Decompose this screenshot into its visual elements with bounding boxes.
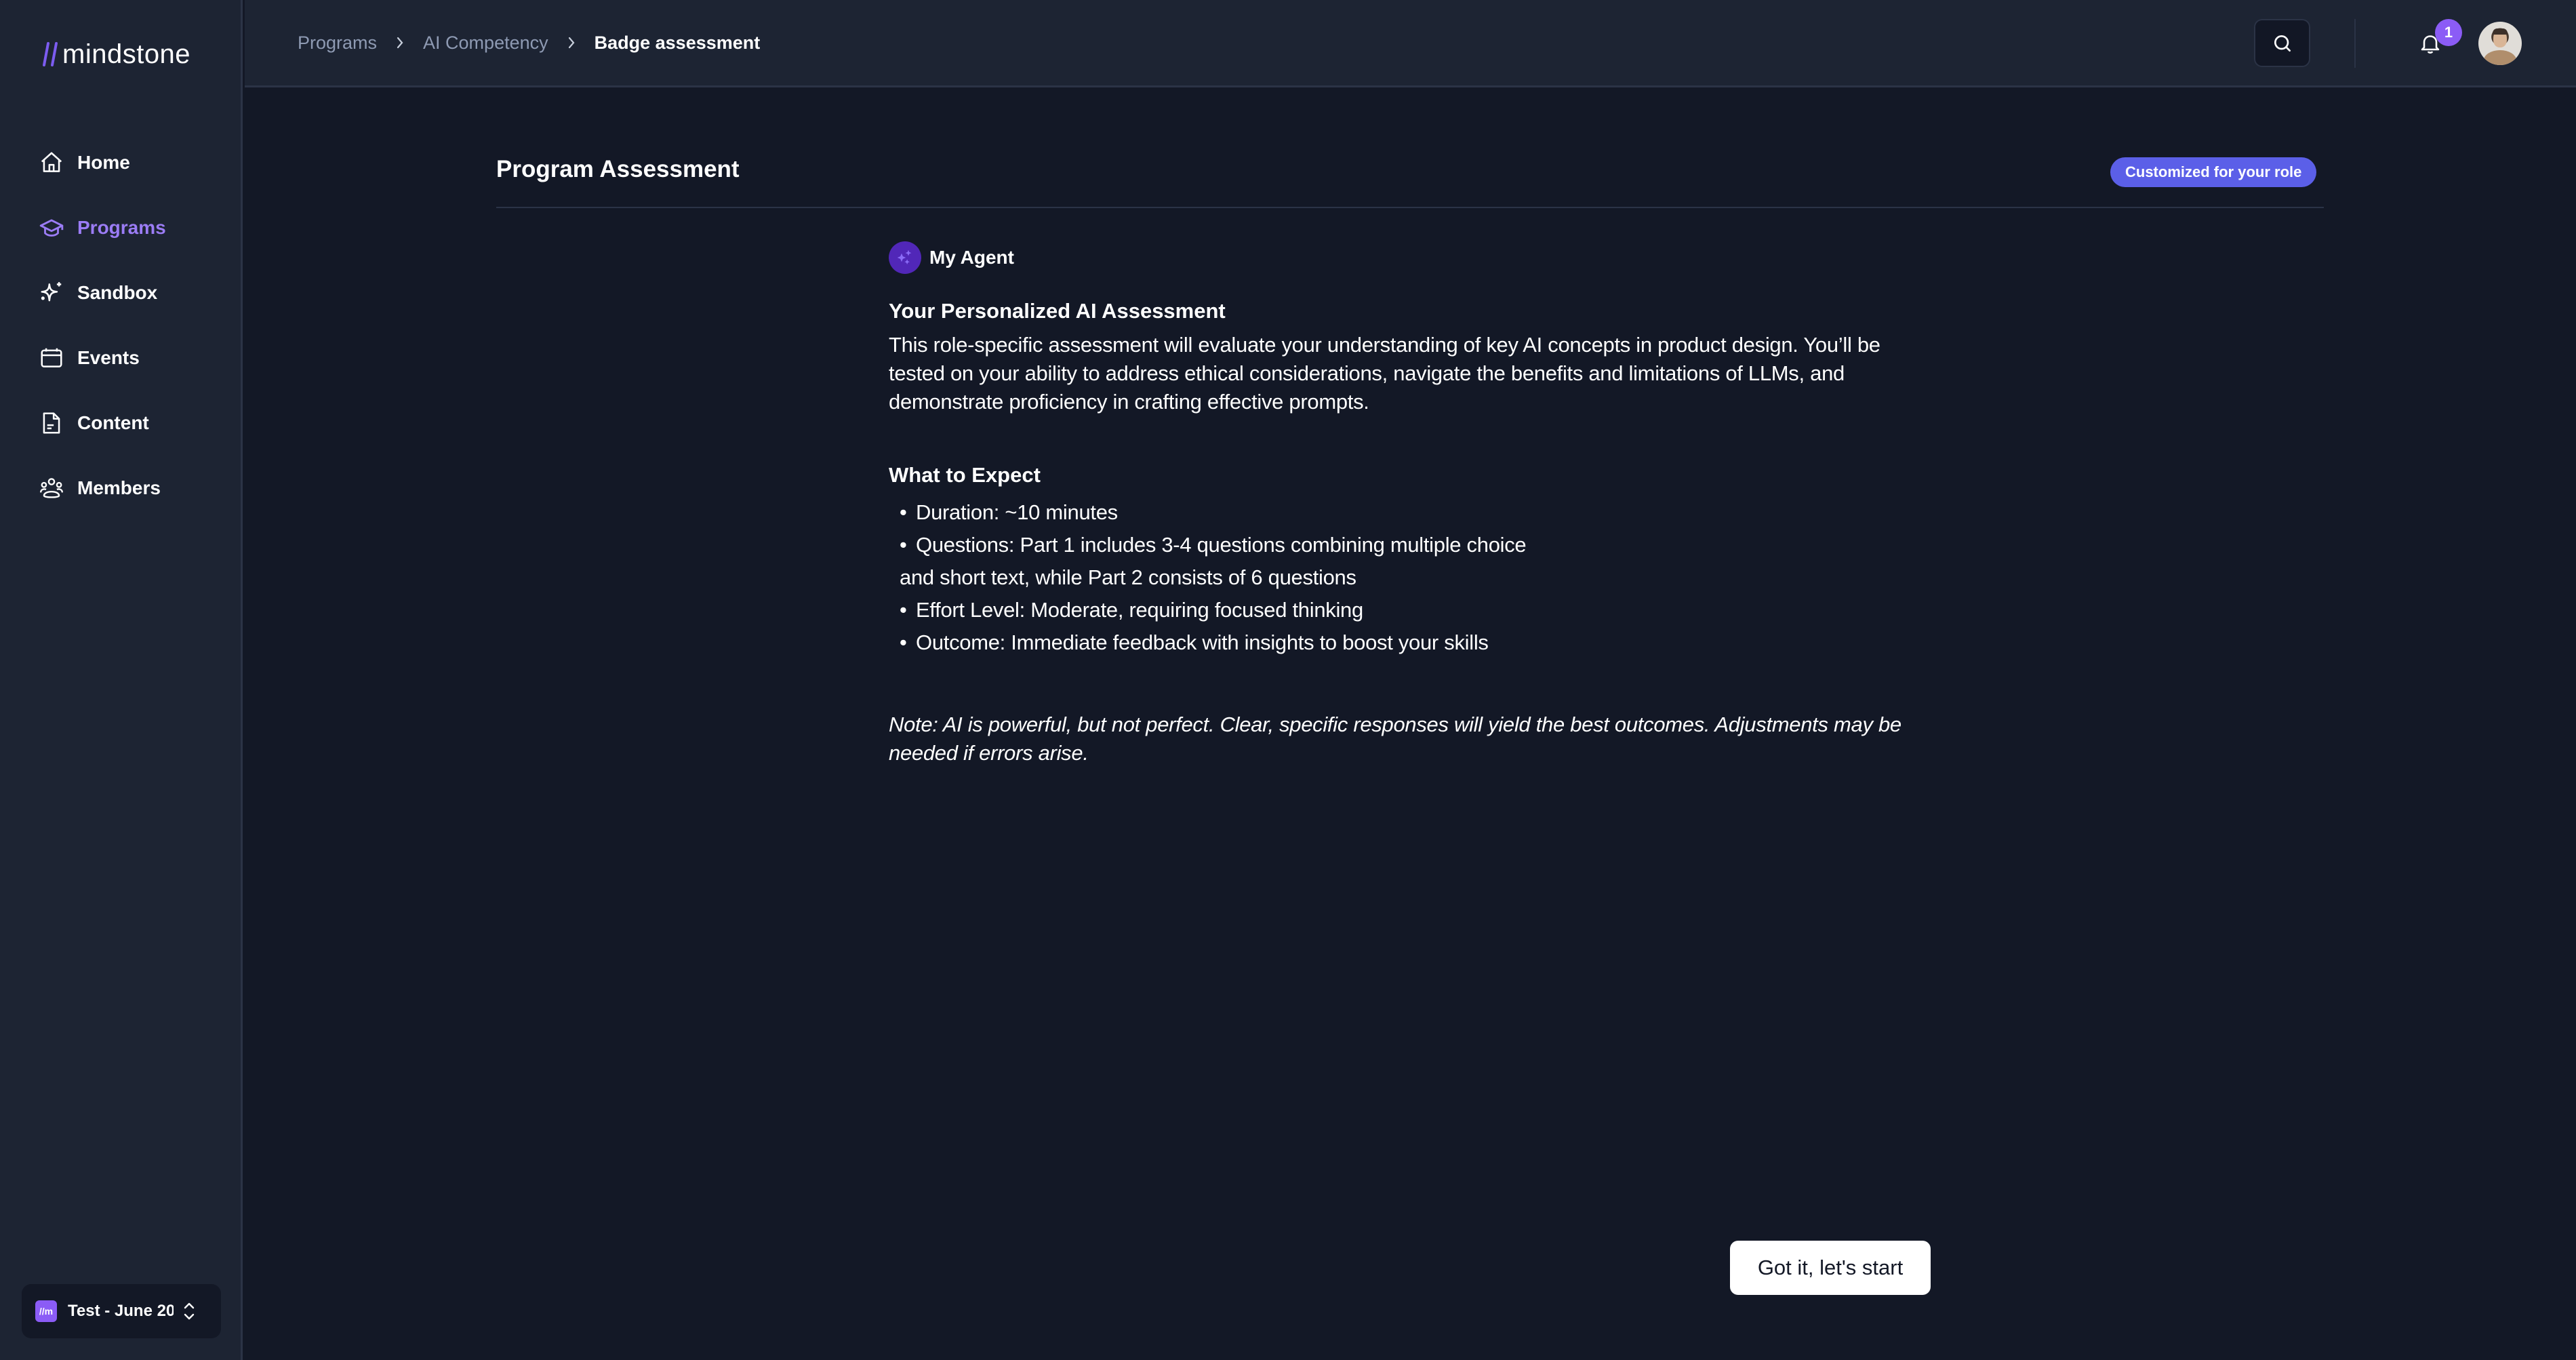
sidebar-item-label: Sandbox (77, 282, 158, 303)
search-button[interactable] (2254, 19, 2310, 67)
ai-disclaimer-note: Note: AI is powerful, but not perfect. C… (889, 713, 1901, 765)
expectations-list: • Duration: ~10 minutes • Questions: Part … (889, 496, 1933, 659)
list-item: • Outcome: Immediate feedback with insigh… (900, 631, 1489, 654)
what-to-expect-heading: What to Expect (889, 463, 1041, 487)
logo-text: mindstone (62, 39, 191, 69)
assessment-description: This role-specific assessment will evalu… (889, 333, 1880, 414)
header-divider (2354, 19, 2356, 68)
users-icon (38, 475, 65, 502)
sidebar-item-sandbox[interactable]: Sandbox (38, 274, 228, 312)
workspace-logo: //m (35, 1300, 57, 1322)
sidebar-item-events[interactable]: Events (38, 339, 228, 377)
page-title: Program Assessment (496, 156, 740, 182)
mindstone-logo[interactable]: mindstone (42, 37, 190, 72)
graduation-cap-icon (38, 214, 65, 241)
sidebar-item-programs[interactable]: Programs (38, 209, 228, 247)
breadcrumb-programs[interactable]: Programs (298, 33, 377, 54)
logo-slashes-icon (43, 42, 58, 66)
assessment-heading: Your Personalized AI Assessment (889, 299, 1226, 323)
agent-name: My Agent (929, 247, 1014, 268)
calendar-icon (38, 344, 65, 372)
list-item-continuation: and short text, while Part 2 consists of… (900, 565, 1356, 589)
sparkles-icon (897, 249, 912, 264)
title-divider (496, 207, 2324, 208)
list-item: • Effort Level: Moderate, requiring focus… (900, 598, 1363, 622)
home-icon (38, 149, 65, 176)
customized-role-badge: Customized for your role (2110, 157, 2317, 187)
agent-header: My Agent (889, 241, 1014, 274)
sidebar-item-content[interactable]: Content (38, 404, 228, 442)
workspace-name: Test - June 20 (68, 1302, 174, 1320)
sidebar-item-label: Events (77, 347, 140, 368)
notification-count-badge: 1 (2435, 19, 2462, 46)
breadcrumb: Programs AI Competency Badge assessment (298, 27, 760, 58)
breadcrumb-ai-competency[interactable]: AI Competency (423, 33, 548, 54)
sidebar-item-label: Content (77, 412, 149, 433)
chevron-up-down-icon (184, 1302, 195, 1320)
sidebar: mindstone Home Programs Sandbox Events C… (0, 0, 243, 1360)
agent-avatar-icon (889, 241, 921, 274)
sidebar-item-label: Home (77, 152, 130, 173)
user-avatar[interactable] (2478, 22, 2522, 65)
sidebar-item-label: Programs (77, 217, 166, 238)
workspace-switcher[interactable]: //m Test - June 20 (22, 1284, 221, 1338)
top-header: Programs AI Competency Badge assessment … (245, 0, 2576, 87)
assessment-intro: Your Personalized AI Assessment This rol… (889, 297, 1933, 767)
search-icon (2274, 35, 2291, 52)
sidebar-item-label: Members (77, 477, 161, 498)
sidebar-item-home[interactable]: Home (38, 144, 228, 182)
list-item: • Duration: ~10 minutes (900, 500, 1118, 524)
sparkles-icon (38, 279, 65, 306)
sidebar-item-members[interactable]: Members (38, 469, 228, 507)
chevron-right-icon (397, 37, 403, 49)
start-assessment-button[interactable]: Got it, let's start (1730, 1241, 1931, 1295)
breadcrumb-current: Badge assessment (594, 32, 761, 53)
document-icon (38, 409, 65, 437)
chevron-right-icon (568, 37, 575, 49)
list-item: • Questions: Part 1 includes 3-4 question… (900, 533, 1527, 557)
